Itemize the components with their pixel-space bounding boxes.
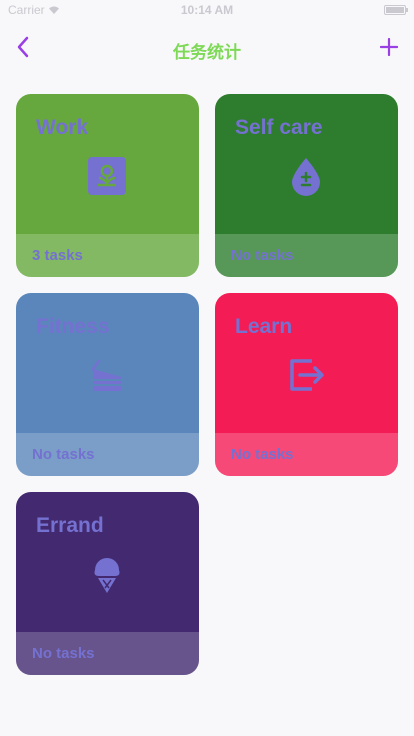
card-title: Errand (36, 514, 104, 537)
card-title: Learn (235, 315, 293, 338)
chevron-left-icon (17, 36, 29, 58)
plus-icon (380, 38, 398, 56)
card-footer: 3 tasks (16, 234, 199, 277)
flower-pot-icon (88, 157, 126, 195)
card-footer: No tasks (16, 632, 199, 675)
status-bar: Carrier 10:14 AM (0, 0, 414, 20)
card-footer: No tasks (215, 433, 398, 476)
card-title: Self care (235, 116, 323, 139)
add-button[interactable] (376, 34, 402, 60)
task-count: No tasks (32, 446, 95, 463)
ice-cream-icon (94, 558, 120, 593)
back-button[interactable] (10, 34, 36, 60)
category-card-learn[interactable]: Learn No tasks (215, 293, 398, 476)
category-card-work[interactable]: Work 3 tasks (16, 94, 199, 277)
cake-icon (91, 359, 121, 391)
exit-icon (290, 359, 324, 391)
battery-icon (384, 5, 408, 15)
task-count: No tasks (231, 446, 294, 463)
drop-plus-minus-icon (292, 158, 320, 196)
card-title: Fitness (36, 315, 110, 338)
card-title: Work (36, 116, 89, 139)
category-card-errand[interactable]: Errand No tasks (16, 492, 199, 675)
category-card-self-care[interactable]: Self care No tasks (215, 94, 398, 277)
nav-bar: 任务统计 (0, 20, 414, 78)
card-footer: No tasks (16, 433, 199, 476)
page-title: 任务统计 (173, 43, 241, 63)
status-time: 10:14 AM (180, 3, 234, 17)
task-count: No tasks (32, 645, 95, 662)
category-card-fitness[interactable]: Fitness No tasks (16, 293, 199, 476)
task-count: 3 tasks (32, 247, 83, 264)
task-count: No tasks (231, 247, 294, 264)
card-footer: No tasks (215, 234, 398, 277)
